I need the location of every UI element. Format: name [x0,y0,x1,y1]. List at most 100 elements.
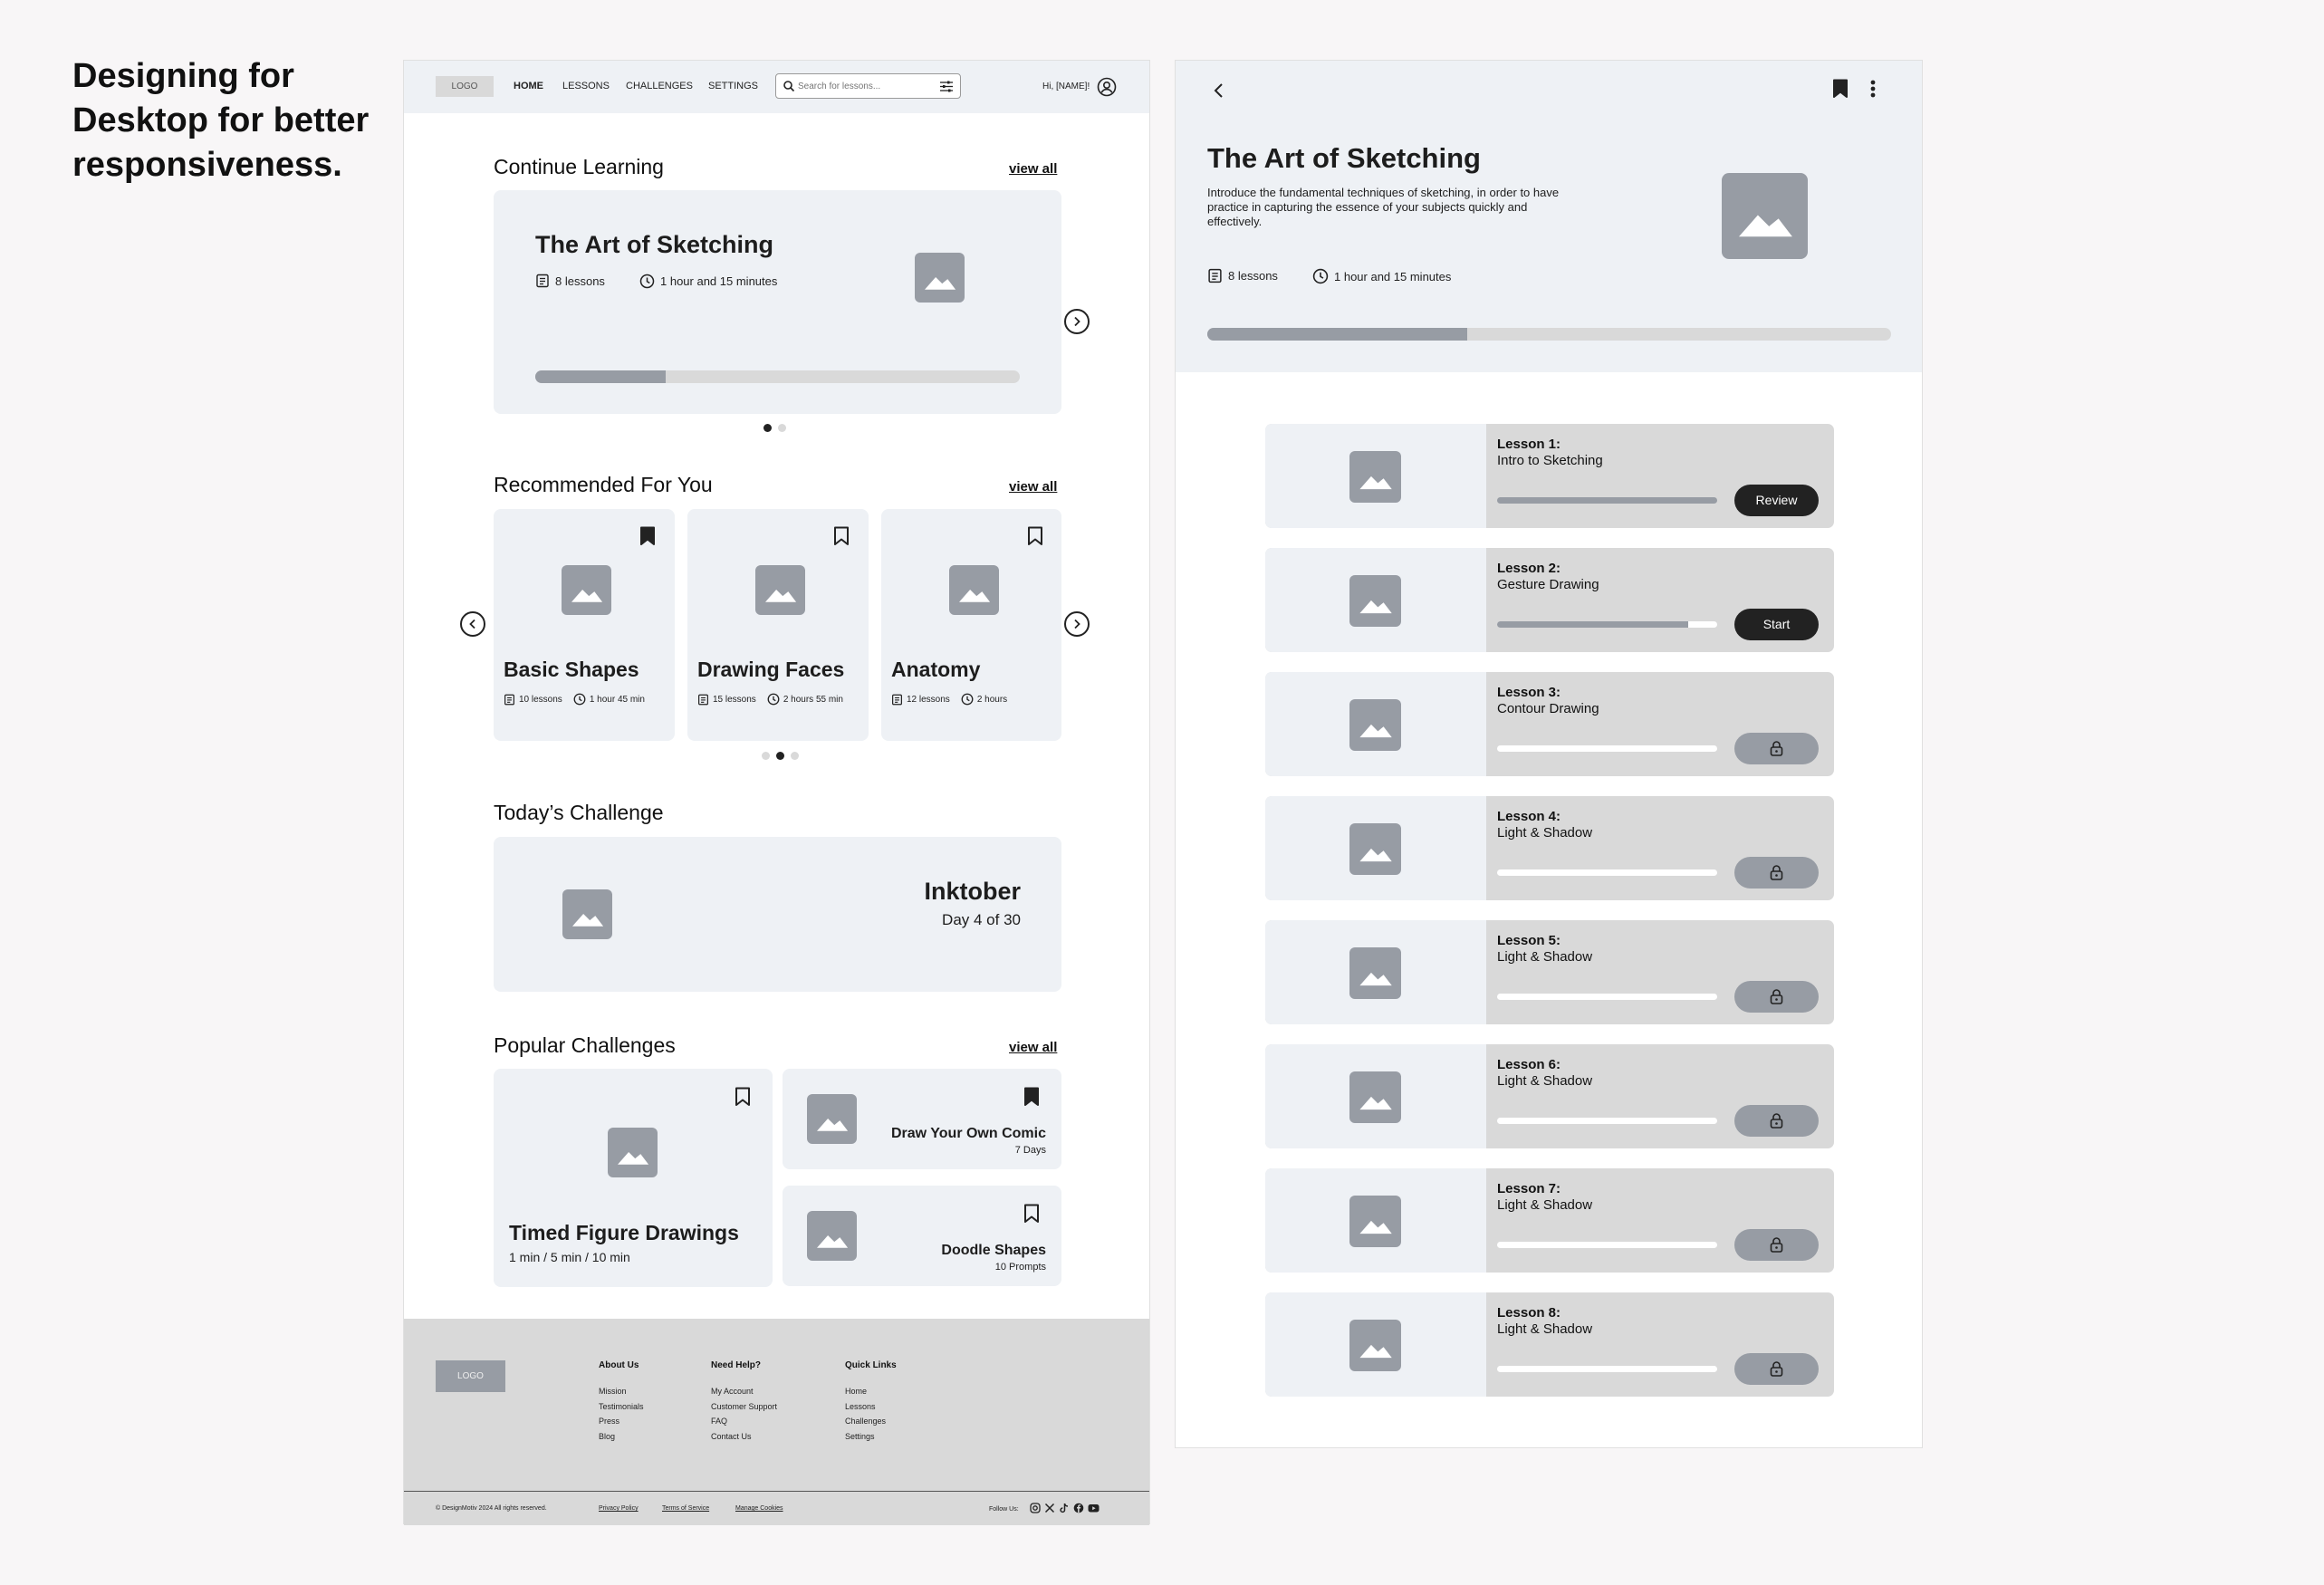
lesson-thumbnail-icon [1349,1196,1401,1247]
popular-big-subtitle: 1 min / 5 min / 10 min [509,1250,630,1264]
lesson-row-6[interactable]: Lesson 6: Light & Shadow [1265,1044,1834,1148]
pagination-dot[interactable] [776,752,784,760]
lesson-thumbnail-icon [1349,575,1401,627]
locked-button[interactable] [1734,981,1819,1013]
youtube-icon[interactable] [1088,1503,1100,1513]
lesson-row-1[interactable]: Lesson 1: Intro to Sketching Review [1265,424,1834,528]
popular-challenges-title: Popular Challenges [494,1033,676,1057]
footer-link[interactable]: Testimonials [599,1399,644,1415]
recommended-card-drawing-faces[interactable]: Drawing Faces 15 lessons 2 hours 55 min [687,509,869,741]
pagination-dot[interactable] [762,752,770,760]
user-greeting: Hi, [NAME]! [1042,82,1090,91]
footer-link[interactable]: Customer Support [711,1399,777,1415]
lesson-row-5[interactable]: Lesson 5: Light & Shadow [1265,920,1834,1024]
footer-copyright: © DesignMotiv 2024 All rights reserved. [436,1505,547,1512]
recommended-view-all-link[interactable]: view all [1009,479,1057,495]
today-challenge-card[interactable]: Inktober Day 4 of 30 [494,837,1061,992]
search-icon [783,81,795,92]
lesson-thumbnail-icon [1349,451,1401,503]
nav-link-home[interactable]: HOME [514,81,543,91]
facebook-icon[interactable] [1073,1503,1084,1513]
document-icon [536,274,549,288]
recommended-next-arrow-button[interactable] [1064,611,1090,637]
course-description: Introduce the fundamental techniques of … [1207,186,1560,228]
filter-icon[interactable] [939,81,954,92]
recommended-card-anatomy[interactable]: Anatomy 12 lessons 2 hours [881,509,1061,741]
popular-challenge-big-card[interactable]: Timed Figure Drawings 1 min / 5 min / 10… [494,1069,773,1287]
locked-button[interactable] [1734,1105,1819,1137]
footer-logo[interactable]: LOGO [436,1360,505,1392]
footer-link[interactable]: Mission [599,1384,644,1399]
footer-link[interactable]: Press [599,1414,644,1429]
today-challenge-name: Inktober [924,878,1021,905]
recommended-prev-arrow-button[interactable] [460,611,485,637]
search-box[interactable] [775,73,961,99]
lesson-number: Lesson 5: [1497,933,1561,948]
x-twitter-icon[interactable] [1044,1503,1055,1513]
course-duration: 1 hour and 15 minutes [1312,268,1451,284]
locked-button[interactable] [1734,1229,1819,1261]
popular-challenge-card-comic[interactable]: Draw Your Own Comic 7 Days [783,1069,1061,1169]
chevron-right-icon [1074,619,1080,629]
footer-link[interactable]: Challenges [845,1414,886,1429]
bookmark-icon[interactable] [1023,1087,1040,1107]
popular-view-all-link[interactable]: view all [1009,1040,1057,1055]
footer-link[interactable]: FAQ [711,1414,777,1429]
instagram-icon[interactable] [1030,1503,1041,1513]
tiktok-icon[interactable] [1059,1503,1070,1513]
bookmark-icon[interactable] [639,526,656,546]
footer-link[interactable]: Settings [845,1429,886,1445]
search-input[interactable] [798,78,925,94]
lock-icon [1770,989,1783,1004]
nav-link-settings[interactable]: SETTINGS [708,81,758,91]
chevron-right-icon [1074,316,1080,327]
footer-divider [404,1491,1149,1492]
bookmark-icon[interactable] [1832,79,1849,99]
lesson-row-8[interactable]: Lesson 8: Light & Shadow [1265,1292,1834,1397]
lesson-row-7[interactable]: Lesson 7: Light & Shadow [1265,1168,1834,1273]
continue-course-card[interactable]: The Art of Sketching 8 lessons 1 hour an… [494,190,1061,414]
locked-button[interactable] [1734,733,1819,764]
manage-cookies-link[interactable]: Manage Cookies [735,1505,783,1512]
recommended-card-meta: 12 lessons 2 hours [891,693,1007,706]
pagination-dot[interactable] [778,424,786,432]
locked-button[interactable] [1734,1353,1819,1385]
challenge-image-placeholder-icon [807,1094,857,1144]
pagination-dot[interactable] [763,424,772,432]
bookmark-icon[interactable] [833,526,850,546]
review-button[interactable]: Review [1734,485,1819,516]
locked-button[interactable] [1734,857,1819,889]
start-button[interactable]: Start [1734,609,1819,640]
lesson-image-placeholder-icon [755,565,805,615]
nav-link-lessons[interactable]: LESSONS [562,81,610,91]
terms-link[interactable]: Terms of Service [662,1505,709,1512]
continue-next-arrow-button[interactable] [1064,309,1090,334]
nav-link-challenges[interactable]: CHALLENGES [626,81,693,91]
nav-logo[interactable]: LOGO [436,76,494,97]
continue-view-all-link[interactable]: view all [1009,161,1057,177]
more-vertical-icon[interactable] [1869,79,1877,99]
user-avatar-icon[interactable] [1097,77,1117,97]
lesson-image-placeholder-icon [562,565,611,615]
footer-link[interactable]: Lessons [845,1399,886,1415]
lock-icon [1770,1237,1783,1253]
footer-link[interactable]: Blog [599,1429,644,1445]
page-headline: Designing for Desktop for better respons… [72,57,370,184]
lesson-row-3[interactable]: Lesson 3: Contour Drawing [1265,672,1834,776]
popular-challenge-card-doodle[interactable]: Doodle Shapes 10 Prompts [783,1186,1061,1286]
bookmark-icon[interactable] [1027,526,1043,546]
recommended-card-basic-shapes[interactable]: Basic Shapes 10 lessons 1 hour 45 min [494,509,675,741]
bookmark-icon[interactable] [1023,1204,1040,1224]
pagination-dot[interactable] [791,752,799,760]
lesson-thumbnail-icon [1349,823,1401,875]
recommended-title: Recommended For You [494,473,713,496]
footer-link[interactable]: Home [845,1384,886,1399]
privacy-policy-link[interactable]: Privacy Policy [599,1505,639,1512]
course-card-title: The Art of Sketching [535,231,774,258]
footer-link[interactable]: My Account [711,1384,777,1399]
lesson-row-2[interactable]: Lesson 2: Gesture Drawing Start [1265,548,1834,652]
back-chevron-icon[interactable] [1213,82,1225,99]
lesson-row-4[interactable]: Lesson 4: Light & Shadow [1265,796,1834,900]
footer-link[interactable]: Contact Us [711,1429,777,1445]
bookmark-icon[interactable] [735,1087,751,1107]
